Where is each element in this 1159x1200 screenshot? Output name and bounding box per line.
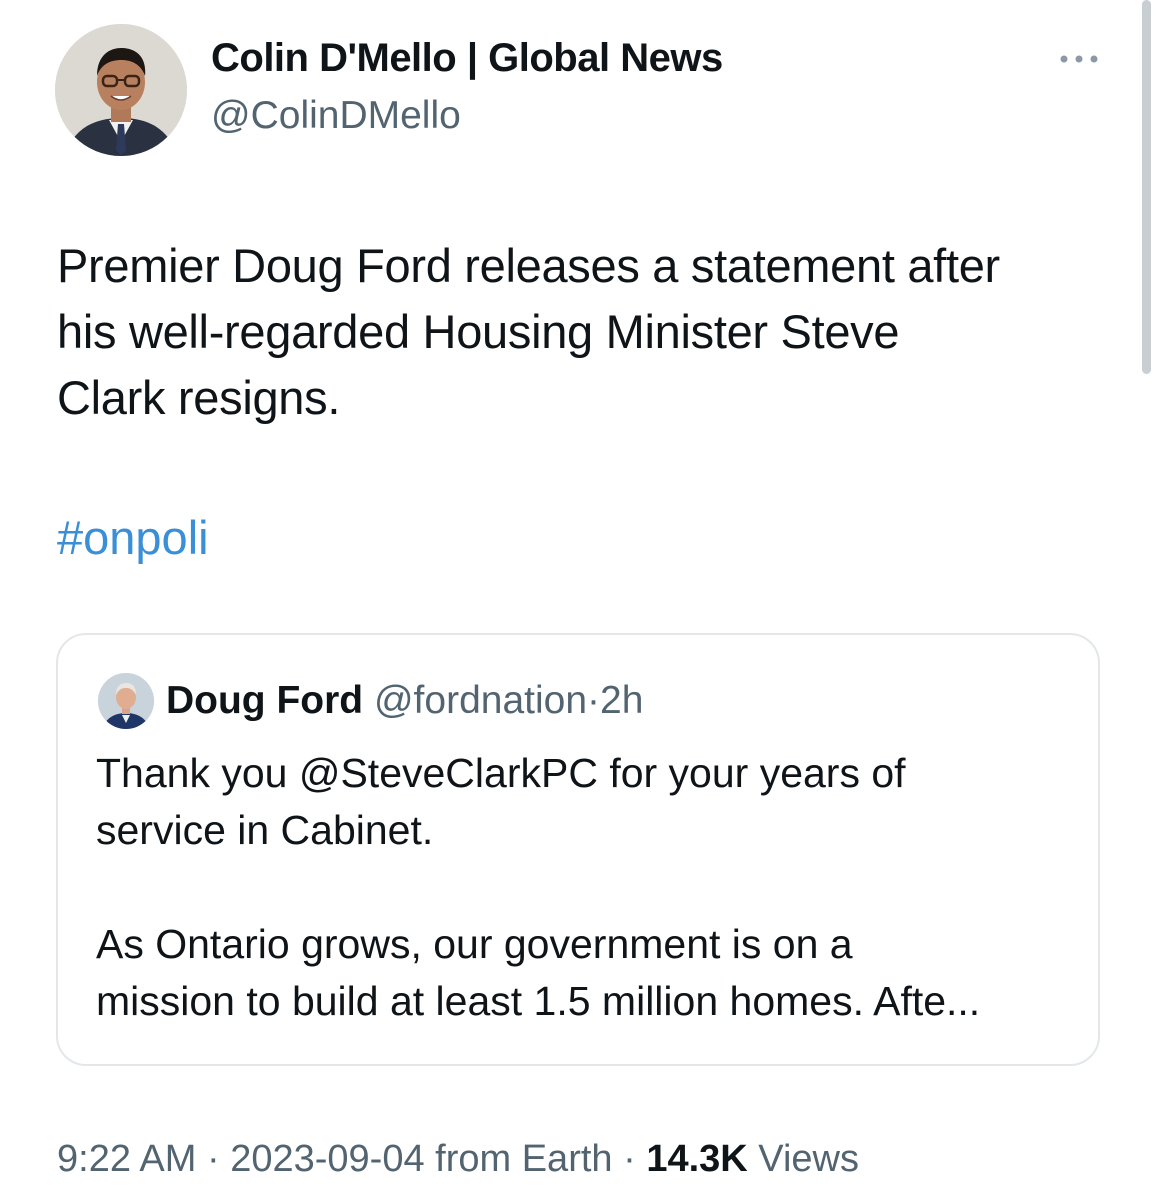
separator-dot: · [206,1138,220,1180]
quoted-text-line: mission to build at least 1.5 million ho… [96,978,981,1024]
tweet-time[interactable]: 9:22 AM [57,1138,196,1180]
hashtag-link[interactable]: #onpoli [57,505,209,571]
author-display-name[interactable]: Colin D'Mello | Global News [211,36,723,81]
views-label[interactable]: Views [758,1138,859,1180]
author-handle[interactable]: @ColinDMello [211,94,461,138]
scrollbar-thumb[interactable] [1142,0,1151,374]
tweet-text: Premier Doug Ford releases a statement a… [57,233,1117,431]
tweet-text-line: his well-regarded Housing Minister Steve [57,305,900,358]
quoted-author-handle[interactable]: @fordnation [374,679,587,722]
quoted-author-photo [98,673,154,729]
tweet-text-line: Premier Doug Ford releases a statement a… [57,239,1000,292]
quoted-tweet-header: Doug Ford @fordnation·2h [166,679,643,723]
quoted-text-line: service in Cabinet. [96,807,434,853]
separator-dot: · [587,679,601,722]
tweet-source: from Earth [435,1138,613,1180]
quoted-tweet-text: Thank you @SteveClarkPC for your years o… [96,745,1086,1030]
views-count[interactable]: 14.3K [646,1138,747,1180]
separator-dot: · [623,1138,636,1180]
author-avatar[interactable] [55,24,187,156]
quoted-text-line: As Ontario grows, our government is on a [96,921,853,967]
tweet-meta: 9:22 AM · 2023-09-04 from Earth · 14.3K … [57,1138,859,1181]
author-photo [55,24,187,156]
quoted-author-avatar[interactable] [98,673,154,729]
quoted-tweet-card[interactable]: Doug Ford @fordnation·2h Thank you @Stev… [56,633,1100,1066]
quoted-tweet-time[interactable]: 2h [600,679,643,722]
tweet-date[interactable]: 2023-09-04 [230,1138,424,1180]
quoted-text-blank-line [96,859,1086,916]
more-horizontal-icon [1060,55,1098,63]
more-options-button[interactable] [1054,44,1104,74]
quoted-text-line: Thank you @SteveClarkPC for your years o… [96,750,906,796]
quoted-author-name[interactable]: Doug Ford [166,679,363,722]
tweet-text-line: Clark resigns. [57,371,341,424]
